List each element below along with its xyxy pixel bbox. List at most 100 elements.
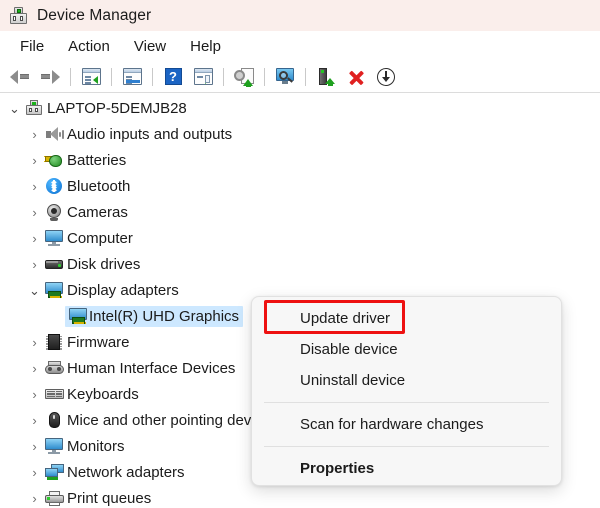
toolbar-separator (152, 67, 153, 86)
tree-label: Monitors (67, 437, 125, 455)
context-menu-item-uninstall-device[interactable]: Uninstall device (252, 365, 561, 396)
title-bar: Device Manager (0, 0, 600, 31)
context-menu-item-properties[interactable]: Properties (252, 453, 561, 484)
battery-icon (43, 153, 65, 168)
tree-row-audio[interactable]: › Audio inputs and outputs (0, 121, 600, 147)
toolbar-separator (264, 67, 265, 86)
update-driver-button[interactable] (229, 64, 259, 90)
tree-row-batteries[interactable]: › Batteries (0, 147, 600, 173)
help-button[interactable]: ? (158, 64, 188, 90)
disable-device-icon (377, 67, 395, 86)
chevron-right-icon[interactable]: › (26, 440, 43, 453)
tree-label: Human Interface Devices (67, 359, 236, 377)
uninstall-device-button[interactable] (341, 64, 371, 90)
computer-root-icon (23, 100, 45, 116)
tree-row-bluetooth[interactable]: › Bluetooth (0, 173, 600, 199)
monitor-icon (43, 438, 65, 454)
chevron-right-icon[interactable]: › (26, 336, 43, 349)
tree-label: Keyboards (67, 385, 139, 403)
chevron-right-icon[interactable]: › (26, 492, 43, 505)
tree-label: Batteries (67, 151, 127, 169)
chevron-right-icon[interactable]: › (26, 388, 43, 401)
chevron-right-icon[interactable]: › (26, 180, 43, 193)
add-drivers-button[interactable] (311, 64, 341, 90)
tree-label: Cameras (67, 203, 128, 221)
chevron-right-icon[interactable]: › (26, 128, 43, 141)
context-menu-item-scan-for-hardware-changes[interactable]: Scan for hardware changes (252, 409, 561, 440)
tree-row-computer[interactable]: › Computer (0, 225, 600, 251)
tree-row-disk-drives[interactable]: › Disk drives (0, 251, 600, 277)
scan-for-hardware-changes-button[interactable] (270, 64, 300, 90)
menu-item-action[interactable]: Action (56, 35, 122, 58)
keyboard-icon (43, 388, 65, 400)
toolbar-separator (70, 67, 71, 86)
show-hide-action-pane-button[interactable] (188, 64, 218, 90)
context-menu-separator (264, 402, 549, 403)
display-adapter-icon (43, 282, 65, 298)
tree-label: Disk drives (67, 255, 141, 273)
tree-label: Display adapters (67, 281, 179, 299)
firmware-chip-icon (43, 334, 65, 350)
chevron-down-icon[interactable]: ⌄ (6, 102, 23, 115)
device-manager-icon (9, 6, 28, 25)
chevron-right-icon[interactable]: › (26, 232, 43, 245)
chevron-right-icon[interactable]: › (26, 154, 43, 167)
display-adapter-icon (67, 308, 89, 324)
gamepad-icon (43, 361, 65, 375)
update-driver-icon (234, 67, 254, 87)
disk-drive-icon (43, 259, 65, 270)
tree-label: Firmware (67, 333, 130, 351)
speaker-icon (43, 126, 65, 142)
menu-item-view[interactable]: View (122, 35, 178, 58)
add-drivers-icon (317, 67, 335, 86)
tree-label: Intel(R) UHD Graphics (89, 307, 240, 325)
uninstall-device-icon (347, 68, 365, 86)
mouse-icon (43, 412, 65, 428)
toolbar-separator (111, 67, 112, 86)
window-title: Device Manager (37, 6, 152, 24)
forward-icon (40, 69, 60, 84)
monitor-icon (43, 230, 65, 246)
tree-label: LAPTOP-5DEMJB28 (47, 99, 187, 117)
forward-button[interactable] (35, 64, 65, 90)
help-icon: ? (164, 68, 182, 85)
chevron-down-icon[interactable]: ⌄ (26, 284, 43, 297)
toolbar-separator (305, 67, 306, 86)
chevron-right-icon[interactable]: › (26, 466, 43, 479)
network-adapter-icon (43, 464, 65, 480)
properties-icon (122, 68, 142, 85)
context-menu-separator (264, 446, 549, 447)
show-hide-console-tree-button[interactable] (76, 64, 106, 90)
printer-icon (43, 491, 65, 506)
menu-item-file[interactable]: File (8, 35, 56, 58)
tree-label: Network adapters (67, 463, 185, 481)
show-hide-action-pane-icon (193, 68, 213, 85)
back-button[interactable] (5, 64, 35, 90)
tree-row-root[interactable]: ⌄ LAPTOP-5DEMJB28 (0, 95, 600, 121)
device-manager-window: Device Manager File Action View Help ? ⌄… (0, 0, 600, 508)
back-icon (10, 69, 30, 84)
tree-row-cameras[interactable]: › Cameras (0, 199, 600, 225)
disable-device-button[interactable] (371, 64, 401, 90)
chevron-right-icon[interactable]: › (26, 362, 43, 375)
tree-label: Mice and other pointing devices (67, 411, 278, 429)
menu-bar: File Action View Help (0, 31, 600, 61)
scan-for-hardware-changes-icon (275, 68, 295, 85)
menu-item-help[interactable]: Help (178, 35, 233, 58)
properties-button[interactable] (117, 64, 147, 90)
tree-label: Audio inputs and outputs (67, 125, 233, 143)
chevron-right-icon[interactable]: › (26, 258, 43, 271)
bluetooth-icon (43, 178, 65, 194)
toolbar: ? (0, 61, 600, 93)
toolbar-separator (223, 67, 224, 86)
tree-row-print-queues[interactable]: › Print queues (0, 485, 600, 508)
context-menu[interactable]: Update driver Disable device Uninstall d… (251, 296, 562, 486)
tree-label: Bluetooth (67, 177, 131, 195)
context-menu-item-update-driver[interactable]: Update driver (252, 303, 561, 334)
chevron-right-icon[interactable]: › (26, 414, 43, 427)
show-hide-console-tree-icon (81, 68, 101, 85)
context-menu-item-disable-device[interactable]: Disable device (252, 334, 561, 365)
camera-icon (43, 204, 65, 221)
tree-label: Print queues (67, 489, 152, 507)
chevron-right-icon[interactable]: › (26, 206, 43, 219)
